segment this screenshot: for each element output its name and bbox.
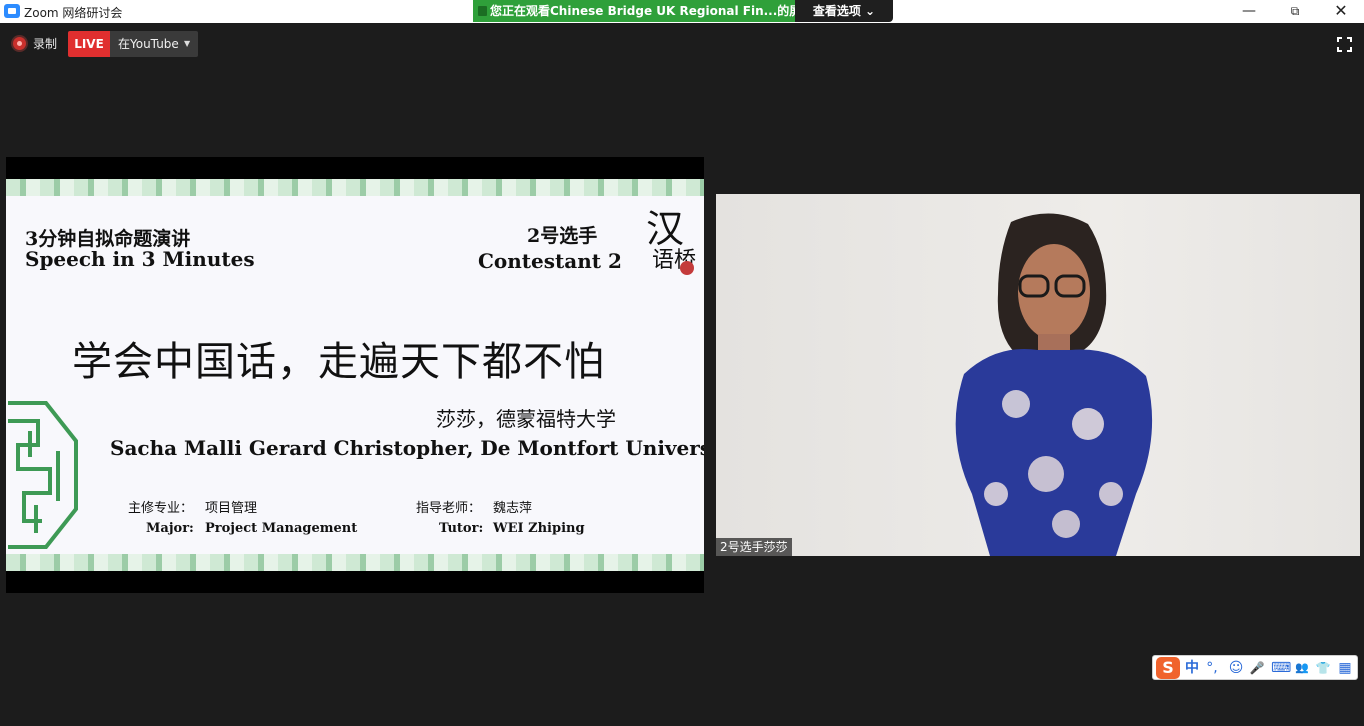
speaker-name-cn: 莎莎，德蒙福特大学 — [436, 407, 616, 431]
share-status: 您正在观看Chinese Bridge UK Regional Fin...的屏… — [473, 0, 795, 22]
ime-toolbar[interactable]: S 中 °, ☺ 🎤 ⌨ 👥 👕 ▦ — [1152, 655, 1358, 680]
close-button[interactable]: ✕ — [1318, 0, 1364, 22]
zoom-webinar-window: Zoom 网络研讨会 您正在观看Chinese Bridge UK Region… — [0, 0, 1364, 726]
participant-silhouette — [955, 213, 1153, 556]
major-label-cn: 主修专业： — [128, 501, 194, 516]
tutor-label-cn: 指导老师： — [416, 501, 482, 516]
participant-name-tag: 2号选手莎莎 — [716, 538, 792, 556]
emoji-icon[interactable]: ☺ — [1228, 658, 1244, 678]
live-badge: LIVE — [68, 31, 110, 57]
tutor-label-en: Tutor: — [439, 521, 484, 536]
skin-icon[interactable]: 👕 — [1315, 658, 1331, 678]
slide-border-top — [6, 179, 704, 196]
screen-share-icon — [478, 6, 487, 16]
chevron-down-icon: ▼ — [184, 39, 191, 48]
view-options-button[interactable]: 查看选项 ⌄ — [795, 0, 893, 22]
zoom-logo-icon — [4, 4, 20, 18]
lattice-ornament-icon — [8, 401, 78, 549]
recording-icon — [13, 37, 26, 50]
title-bar: Zoom 网络研讨会 您正在观看Chinese Bridge UK Region… — [0, 0, 1364, 23]
share-status-text: 您正在观看Chinese Bridge UK Regional Fin...的屏… — [490, 4, 795, 18]
toolbox-icon[interactable]: ▦ — [1337, 658, 1353, 678]
keyboard-icon[interactable]: ⌨ — [1271, 658, 1291, 678]
minimize-button[interactable]: — — [1226, 0, 1272, 22]
logo-char-han: 汉 — [646, 207, 685, 251]
shared-screen: 3分钟自拟命题演讲 Speech in 3 Minutes 2号选手 Conte… — [6, 157, 704, 593]
major-value-cn: 项目管理 — [205, 501, 258, 516]
speech-category-en: Speech in 3 Minutes — [25, 247, 255, 271]
speaker-name-en: Sacha Malli Gerard Christopher, De Montf… — [110, 436, 704, 460]
chinese-bridge-logo: 汉 语桥 — [646, 207, 698, 275]
major-label-en: Major: — [146, 521, 194, 536]
user-icon[interactable]: 👥 — [1294, 658, 1310, 678]
screen-share-banner: 您正在观看Chinese Bridge UK Regional Fin...的屏… — [473, 0, 893, 22]
microphone-icon[interactable]: 🎤 — [1249, 658, 1265, 678]
speech-title: 学会中国话，走遍天下都不怕 — [72, 339, 605, 385]
slide-border-bottom — [6, 554, 704, 571]
recording-label[interactable]: 录制 — [33, 35, 57, 52]
restore-button[interactable]: ⧉ — [1272, 0, 1318, 22]
fullscreen-icon[interactable] — [1337, 37, 1352, 52]
seal-icon — [680, 261, 694, 275]
chinese-mode-icon[interactable]: 中 — [1184, 658, 1200, 678]
sogou-logo-icon[interactable]: S — [1156, 657, 1180, 679]
major-value-en: Project Management — [205, 521, 358, 536]
contestant-number-en: Contestant 2 — [478, 249, 622, 273]
tutor-value-en: WEI Zhiping — [493, 521, 585, 536]
live-target-label: 在YouTube — [118, 37, 179, 51]
participant-video[interactable]: 2号选手莎莎 — [716, 194, 1360, 556]
tutor-value-cn: 魏志萍 — [493, 501, 533, 516]
live-stream-dropdown[interactable]: 在YouTube ▼ — [110, 31, 198, 57]
punctuation-icon[interactable]: °, — [1204, 658, 1220, 678]
window-title: Zoom 网络研讨会 — [24, 6, 123, 20]
presentation-slide: 3分钟自拟命题演讲 Speech in 3 Minutes 2号选手 Conte… — [6, 179, 704, 571]
contestant-number-cn: 2号选手 — [527, 225, 598, 247]
